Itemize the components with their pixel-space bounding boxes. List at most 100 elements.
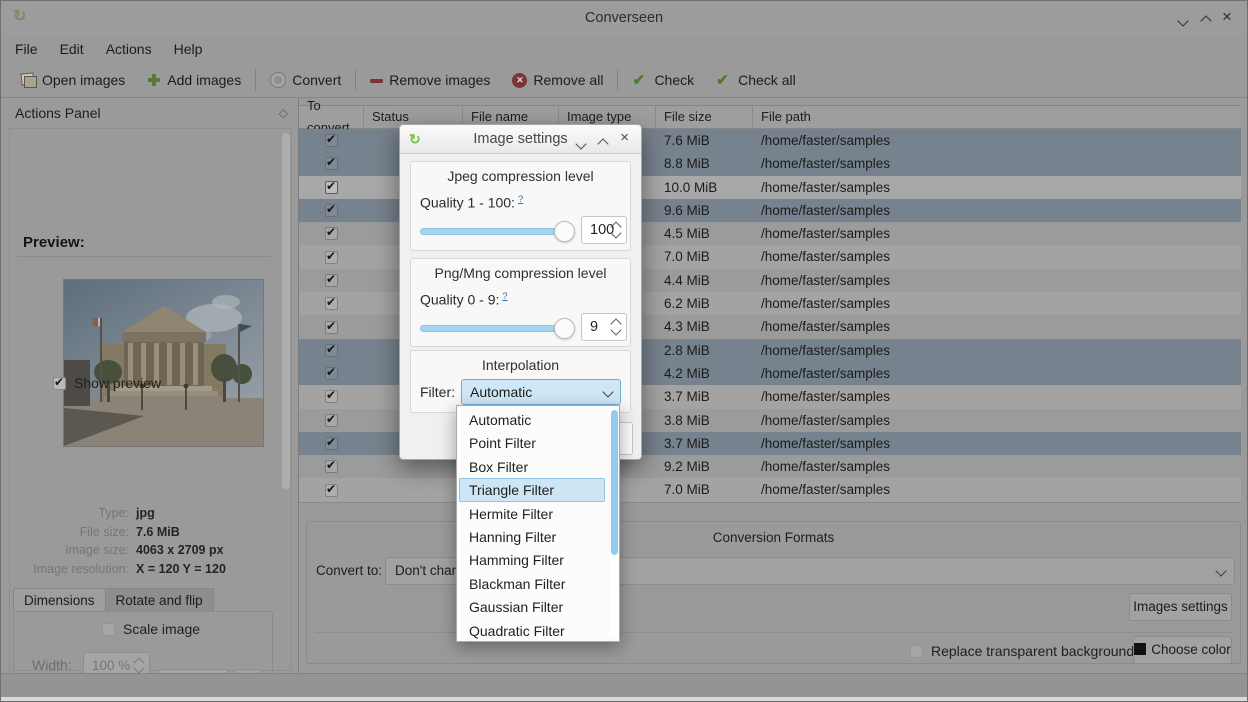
menu-edit[interactable]: Edit [49,35,95,63]
cell-file-path: /home/faster/samples [753,409,1241,432]
dropdown-item[interactable]: Quadratic Filter [459,619,605,642]
menu-actions[interactable]: Actions [95,35,163,63]
png-slider-handle[interactable] [554,318,575,339]
cell-file-size: 7.6 MiB [656,129,753,152]
dropdown-scrollbar-thumb[interactable] [611,410,618,555]
cell-file-size: 3.7 MiB [656,385,753,408]
dropdown-item[interactable]: Point Filter [459,431,605,454]
row-checkbox[interactable] [325,460,338,473]
check-button[interactable]: ✔ Check [621,66,705,94]
jpeg-quality-spinbox[interactable]: 100 [581,216,627,244]
cell-file-path: /home/faster/samples [753,339,1241,362]
window-bottom-edge [1,697,1247,702]
convert-icon [270,72,286,88]
table-row[interactable]: 7.0 MiB /home/faster/samples [299,478,1241,501]
row-checkbox[interactable] [325,367,338,380]
filter-dropdown-list: Automatic Point Filter Box Filter Triang… [456,405,620,642]
open-images-button[interactable]: Open images [9,66,136,94]
add-images-button[interactable]: Add images [136,66,252,94]
panel-scrollbar[interactable] [282,131,290,668]
cell-file-size: 4.3 MiB [656,315,753,338]
row-checkbox[interactable] [325,181,338,194]
dropdown-item[interactable]: Box Filter [459,455,605,478]
dropdown-item[interactable]: Triangle Filter [459,478,605,501]
dropdown-item[interactable]: Hermite Filter [459,502,605,525]
menubar: File Edit Actions Help [1,35,1247,63]
dropdown-item[interactable]: Automatic [459,408,605,431]
header-file-size[interactable]: File size [656,106,753,128]
images-settings-button[interactable]: Images settings [1129,593,1232,621]
row-checkbox[interactable] [325,321,338,334]
actions-panel-title: Actions Panel [15,98,101,128]
window-title: Converseen [1,1,1247,35]
cell-file-path: /home/faster/samples [753,222,1241,245]
png-quality-spinbox[interactable]: 9 [581,313,627,341]
dropdown-scrollbar[interactable] [610,408,618,637]
choose-color-button[interactable]: Choose color [1133,636,1232,664]
add-images-icon [147,73,161,87]
close-button[interactable]: × [1222,11,1234,23]
row-checkbox[interactable] [325,227,338,240]
cell-file-path: /home/faster/samples [753,385,1241,408]
dialog-minimize-button[interactable] [577,135,585,153]
help-link[interactable]: ? [502,291,507,302]
titlebar: ↻ Converseen × [1,1,1247,35]
png-quality-value: 9 [590,314,598,340]
help-link[interactable]: ? [518,194,523,205]
cell-file-size: 4.5 MiB [656,222,753,245]
header-file-path[interactable]: File path [753,106,1241,128]
cell-file-size: 2.8 MiB [656,339,753,362]
row-checkbox[interactable] [325,157,338,170]
menu-file[interactable]: File [4,35,49,63]
row-checkbox[interactable] [325,437,338,450]
row-checkbox[interactable] [325,204,338,217]
row-checkbox[interactable] [325,414,338,427]
image-size-value: 4063 x 2709 px [136,543,224,557]
cell-file-path: /home/faster/samples [753,152,1241,175]
cell-file-path: /home/faster/samples [753,245,1241,268]
dialog-maximize-button[interactable] [599,135,607,153]
dropdown-item[interactable]: Blackman Filter [459,572,605,595]
remove-images-button[interactable]: Remove images [359,66,501,94]
menu-help[interactable]: Help [163,35,214,63]
float-panel-icon[interactable]: ◇ [279,106,288,120]
panel-scrollbar-thumb[interactable] [282,133,290,489]
row-checkbox[interactable] [325,274,338,287]
scale-image-checkbox[interactable] [102,623,115,636]
row-checkbox[interactable] [325,134,338,147]
png-group-title: Png/Mng compression level [411,265,630,281]
row-checkbox[interactable] [325,344,338,357]
jpeg-quality-slider[interactable] [420,228,568,235]
app-window: ↻ Converseen × File Edit Actions Help Op… [0,0,1248,702]
png-group: Png/Mng compression level Quality 0 - 9:… [410,258,631,347]
row-checkbox[interactable] [325,390,338,403]
cell-file-size: 7.0 MiB [656,245,753,268]
replace-bg-checkbox[interactable] [910,645,923,658]
remove-images-label: Remove images [389,72,490,88]
minimize-button[interactable] [1179,12,1191,24]
convert-button[interactable]: Convert [259,66,352,94]
dropdown-item[interactable]: Hamming Filter [459,548,605,571]
row-checkbox[interactable] [325,484,338,497]
jpeg-slider-handle[interactable] [554,221,575,242]
dialog-close-button[interactable]: × [620,133,629,143]
convert-to-label: Convert to: [316,563,382,578]
png-quality-slider[interactable] [420,325,568,332]
replace-bg-label: Replace transparent background [931,643,1134,659]
tab-rotate-and-flip[interactable]: Rotate and flip [106,588,214,611]
dropdown-item[interactable]: Hanning Filter [459,525,605,548]
remove-all-button[interactable]: ✕ Remove all [501,66,614,94]
cell-file-path: /home/faster/samples [753,478,1241,501]
dropdown-item[interactable]: Gaussian Filter [459,595,605,618]
resolution-label: Image resolution: [1,562,129,576]
show-preview-checkbox[interactable] [53,377,66,390]
scale-image-label: Scale image [123,621,200,637]
maximize-button[interactable] [1202,12,1214,24]
header-to-convert[interactable]: To convert [299,106,364,128]
check-all-button[interactable]: ✔ Check all [705,66,807,94]
filter-combobox[interactable]: Automatic [461,379,621,405]
open-images-label: Open images [42,72,125,88]
row-checkbox[interactable] [325,297,338,310]
row-checkbox[interactable] [325,251,338,264]
tab-dimensions[interactable]: Dimensions [13,588,106,611]
